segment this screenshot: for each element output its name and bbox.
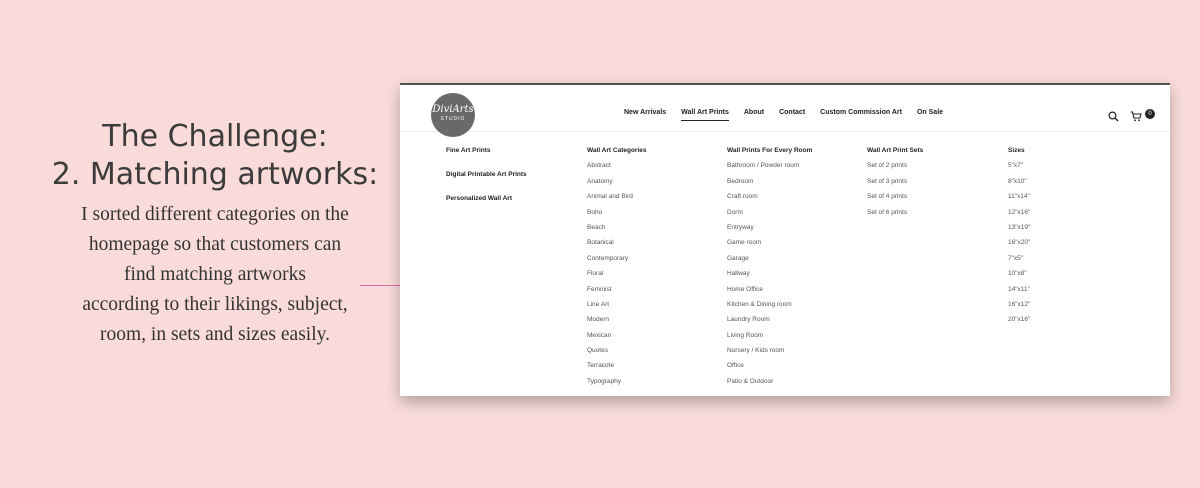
menu-item[interactable]: Bedroom bbox=[727, 177, 812, 192]
menu-item[interactable]: 10"x8" bbox=[1008, 269, 1030, 284]
menu-item[interactable]: Hallway bbox=[727, 269, 812, 284]
menu-item[interactable]: Feminist bbox=[587, 285, 646, 300]
menu-column-main: Fine Art Prints Digital Printable Art Pr… bbox=[446, 146, 527, 218]
menu-item[interactable]: Contemporary bbox=[587, 254, 646, 269]
logo-name: DiviArts bbox=[432, 104, 474, 115]
menu-item[interactable]: 8"x10" bbox=[1008, 177, 1030, 192]
website-screenshot: DiviArts STUDIO New Arrivals Wall Art Pr… bbox=[400, 83, 1170, 396]
caption-body: I sorted different categories on the hom… bbox=[30, 200, 400, 350]
cart-icon[interactable] bbox=[1130, 109, 1142, 127]
menu-item[interactable]: Nursery / Kids room bbox=[727, 346, 812, 361]
menu-column-title[interactable]: Wall Art Categories bbox=[587, 146, 646, 161]
menu-item[interactable]: Set of 3 prints bbox=[867, 177, 923, 192]
caption: The Challenge: 2. Matching artworks: I s… bbox=[30, 118, 400, 350]
menu-item[interactable]: Entryway bbox=[727, 223, 812, 238]
menu-item[interactable]: Quotes bbox=[587, 346, 646, 361]
menu-column-categories: Wall Art Categories Abstract Anatomy Ani… bbox=[587, 146, 646, 392]
menu-item[interactable]: Modern bbox=[587, 315, 646, 330]
site-header: DiviArts STUDIO New Arrivals Wall Art Pr… bbox=[400, 85, 1170, 137]
menu-item[interactable]: Laundry Room bbox=[727, 315, 812, 330]
caption-body-line: find matching artworks bbox=[124, 264, 306, 285]
menu-item[interactable]: Set of 6 prints bbox=[867, 208, 923, 223]
menu-item[interactable]: Beach bbox=[587, 223, 646, 238]
nav-new-arrivals[interactable]: New Arrivals bbox=[624, 108, 666, 121]
menu-item[interactable]: Abstract bbox=[587, 161, 646, 176]
nav-contact[interactable]: Contact bbox=[779, 108, 805, 121]
menu-item[interactable]: Set of 2 prints bbox=[867, 161, 923, 176]
menu-item[interactable]: 7"x5" bbox=[1008, 254, 1030, 269]
menu-item[interactable]: Craft room bbox=[727, 192, 812, 207]
nav-custom-commission-art[interactable]: Custom Commission Art bbox=[820, 108, 902, 121]
caption-title-line2: 2. Matching artworks: bbox=[51, 157, 379, 192]
menu-item[interactable]: Botanical bbox=[587, 238, 646, 253]
menu-item[interactable]: 16"x12" bbox=[1008, 300, 1030, 315]
menu-link-digital-printable[interactable]: Digital Printable Art Prints bbox=[446, 170, 527, 194]
site-logo[interactable]: DiviArts STUDIO bbox=[431, 93, 475, 137]
menu-item[interactable]: Animal and Bird bbox=[587, 192, 646, 207]
menu-item[interactable]: Dorm bbox=[727, 208, 812, 223]
menu-item[interactable]: Line Art bbox=[587, 300, 646, 315]
menu-item[interactable]: Set of 4 prints bbox=[867, 192, 923, 207]
menu-item[interactable]: 11"x14" bbox=[1008, 192, 1030, 207]
menu-item[interactable]: Anatomy bbox=[587, 177, 646, 192]
caption-body-line: according to their likings, subject, bbox=[82, 294, 348, 315]
menu-item[interactable]: Game room bbox=[727, 238, 812, 253]
menu-item[interactable]: Patio & Outdoor bbox=[727, 377, 812, 392]
menu-item[interactable]: 20"x16" bbox=[1008, 315, 1030, 330]
menu-item[interactable]: Floral bbox=[587, 269, 646, 284]
nav-about[interactable]: About bbox=[744, 108, 764, 121]
menu-item[interactable]: Garage bbox=[727, 254, 812, 269]
logo-sub: STUDIO bbox=[440, 116, 466, 122]
menu-item[interactable]: Living Room bbox=[727, 331, 812, 346]
menu-link-personalized[interactable]: Personalized Wall Art bbox=[446, 194, 527, 218]
main-nav: New Arrivals Wall Art Prints About Conta… bbox=[624, 108, 958, 121]
menu-column-sizes: Sizes 5"x7" 8"x10" 11"x14" 12"x16" 13"x1… bbox=[1008, 146, 1030, 331]
caption-body-line: room, in sets and sizes easily. bbox=[100, 324, 330, 345]
menu-column-sets: Wall Art Print Sets Set of 2 prints Set … bbox=[867, 146, 923, 223]
menu-column-title[interactable]: Wall Prints For Every Room bbox=[727, 146, 812, 161]
menu-item[interactable]: Mexican bbox=[587, 331, 646, 346]
menu-item[interactable]: Office bbox=[727, 361, 812, 376]
caption-title-line1: The Challenge: bbox=[102, 119, 328, 154]
nav-wall-art-prints[interactable]: Wall Art Prints bbox=[681, 108, 729, 121]
menu-item[interactable]: 13"x19" bbox=[1008, 223, 1030, 238]
menu-item[interactable]: Boho bbox=[587, 208, 646, 223]
menu-item[interactable]: Terracote bbox=[587, 361, 646, 376]
menu-item[interactable]: 14"x11" bbox=[1008, 285, 1030, 300]
search-icon[interactable] bbox=[1108, 109, 1119, 127]
menu-item[interactable]: 16"x20" bbox=[1008, 238, 1030, 253]
caption-body-line: homepage so that customers can bbox=[88, 234, 342, 255]
menu-item[interactable]: Bathroom / Powder room bbox=[727, 161, 812, 176]
menu-item[interactable]: Home Office bbox=[727, 285, 812, 300]
menu-column-rooms: Wall Prints For Every Room Bathroom / Po… bbox=[727, 146, 812, 392]
menu-item[interactable]: Kitchen & Dining room bbox=[727, 300, 812, 315]
cart-count-badge: 0 bbox=[1145, 109, 1155, 119]
menu-item[interactable]: 5"x7" bbox=[1008, 161, 1030, 176]
menu-column-title[interactable]: Sizes bbox=[1008, 146, 1030, 161]
menu-item[interactable]: Typography bbox=[587, 377, 646, 392]
nav-on-sale[interactable]: On Sale bbox=[917, 108, 943, 121]
menu-link-fine-art-prints[interactable]: Fine Art Prints bbox=[446, 146, 527, 170]
menu-item[interactable]: 12"x16" bbox=[1008, 208, 1030, 223]
caption-body-line: I sorted different categories on the bbox=[81, 204, 349, 225]
menu-column-title[interactable]: Wall Art Print Sets bbox=[867, 146, 923, 161]
